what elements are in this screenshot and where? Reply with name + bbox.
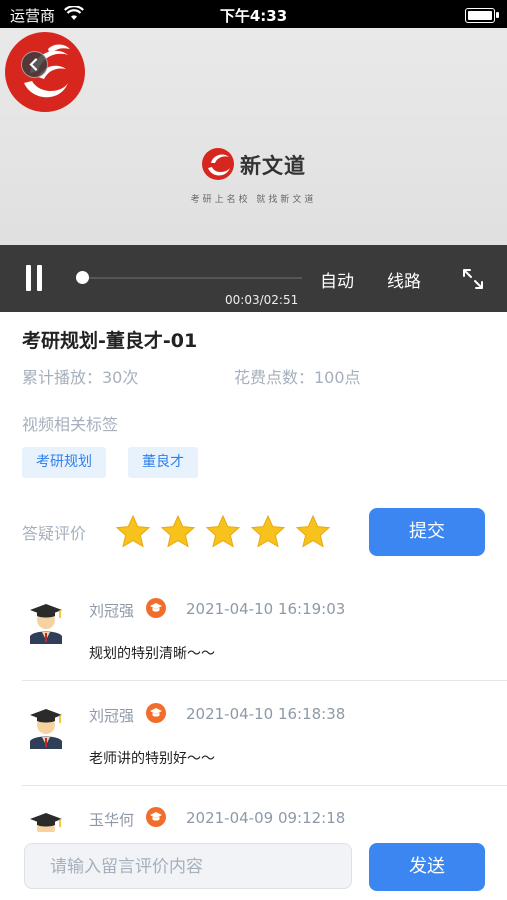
comment-composer: 请输入留言评价内容 发送 xyxy=(0,832,507,900)
progress-knob[interactable] xyxy=(75,271,89,284)
comment-time: 2021-04-10 16:18:38 xyxy=(186,705,346,723)
submit-rating-button[interactable]: 提交 xyxy=(369,508,485,556)
graduate-avatar-icon xyxy=(30,604,62,644)
comment-item: 刘冠强 2021-04-10 16:19:03 规划的特别清晰～～ xyxy=(0,592,507,682)
tag-chip[interactable]: 考研规划 xyxy=(22,447,106,478)
timecode: 00:03/02:51 xyxy=(225,293,299,307)
comment-text: 老师讲的特别好～～ xyxy=(89,751,215,767)
divider xyxy=(22,680,507,681)
chevron-left-icon xyxy=(29,58,38,71)
quality-auto-button[interactable]: 自动 xyxy=(320,267,354,292)
back-button[interactable] xyxy=(21,51,48,78)
comment-author: 刘冠强 xyxy=(89,602,135,620)
teacher-badge-icon xyxy=(146,703,166,723)
comment-author: 玉华何 xyxy=(89,811,135,829)
divider xyxy=(22,785,507,786)
comment-input[interactable]: 请输入留言评价内容 xyxy=(24,843,352,889)
fullscreen-icon[interactable] xyxy=(461,267,485,291)
video-brand-title: 新文道 xyxy=(240,154,306,178)
star-icon[interactable] xyxy=(115,514,151,550)
comment-author: 刘冠强 xyxy=(89,707,135,725)
point-cost: 花费点数：100点 xyxy=(234,368,361,387)
star-icon[interactable] xyxy=(160,514,196,550)
comment-text: 规划的特别清晰～～ xyxy=(89,646,215,662)
status-bar: 运营商 下午4:33 xyxy=(0,0,507,28)
graduate-avatar-icon xyxy=(30,709,62,749)
battery-icon xyxy=(465,8,499,23)
player-controls: 自动 线路 00:03/02:51 xyxy=(0,245,507,312)
tag-chip[interactable]: 董良才 xyxy=(128,447,198,478)
star-icon[interactable] xyxy=(205,514,241,550)
phoenix-mark-icon xyxy=(202,148,234,180)
pause-button[interactable] xyxy=(24,265,44,291)
clock: 下午4:33 xyxy=(219,7,288,25)
comment-item: 刘冠强 2021-04-10 16:18:38 老师讲的特别好～～ xyxy=(0,697,507,787)
teacher-badge-icon xyxy=(146,807,166,827)
comment-time: 2021-04-09 09:12:18 xyxy=(186,809,346,827)
progress-track[interactable] xyxy=(76,277,302,279)
route-button[interactable]: 线路 xyxy=(387,267,421,292)
video-player[interactable]: 新文道 考研上名校 就找新文道 自动 线路 00:03/02:51 xyxy=(0,28,507,312)
play-count: 累计播放：30次 xyxy=(22,368,139,387)
rating-label: 答疑评价 xyxy=(22,524,87,543)
video-slogan: 考研上名校 就找新文道 xyxy=(190,195,317,205)
tags-heading: 视频相关标签 xyxy=(22,415,119,434)
video-title: 考研规划-董良才-01 xyxy=(22,330,198,352)
star-icon[interactable] xyxy=(250,514,286,550)
comment-time: 2021-04-10 16:19:03 xyxy=(186,600,346,618)
teacher-badge-icon xyxy=(146,598,166,618)
star-icon[interactable] xyxy=(295,514,331,550)
send-button[interactable]: 发送 xyxy=(369,843,485,891)
